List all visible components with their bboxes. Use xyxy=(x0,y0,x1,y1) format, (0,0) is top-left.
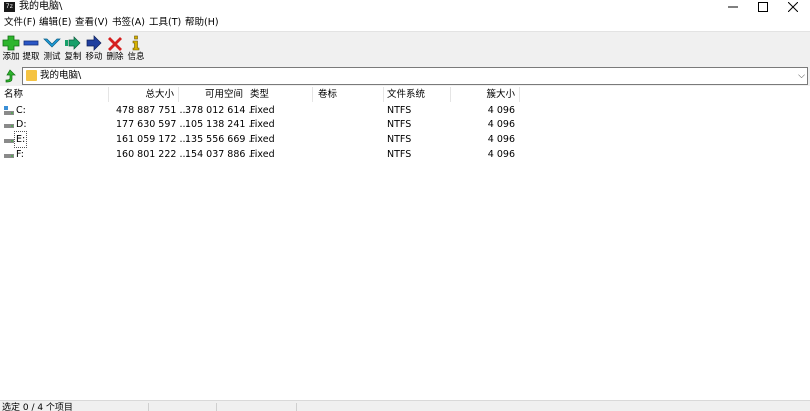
menu-file[interactable]: 文件(F) xyxy=(4,15,36,31)
column-divider[interactable] xyxy=(383,87,384,102)
menu-bookmarks[interactable]: 书签(A) xyxy=(112,15,145,31)
menu-tools[interactable]: 工具(T) xyxy=(149,15,181,31)
folder-icon xyxy=(26,70,37,81)
up-folder-button[interactable] xyxy=(2,68,18,84)
drive-free: 378 012 614 ... xyxy=(185,105,258,116)
window-title: 我的电脑\ xyxy=(19,1,63,12)
drive-total: 160 801 222 ... xyxy=(116,149,189,160)
drive-icon xyxy=(4,154,14,158)
close-button[interactable] xyxy=(778,0,808,14)
drive-cluster: 4 096 xyxy=(487,119,515,130)
chevron-down-icon[interactable]: ⌵ xyxy=(798,68,805,84)
drive-name: D: xyxy=(16,119,27,130)
drive-icon xyxy=(4,124,14,128)
drive-type: Fixed xyxy=(250,105,275,116)
table-row[interactable]: F: 160 801 222 ... 154 037 886 ... Fixed… xyxy=(0,147,810,162)
file-list[interactable]: 名称 总大小 可用空间 类型 卷标 文件系统 簇大小 C: 478 887 75… xyxy=(0,87,810,400)
address-path: 我的电脑\ xyxy=(40,70,82,81)
drive-type: Fixed xyxy=(250,149,275,160)
status-bar: 选定 0 / 4 个项目 xyxy=(0,400,810,411)
app-logo-icon: 7z xyxy=(4,2,15,12)
system-drive-icon xyxy=(4,106,14,115)
add-icon xyxy=(2,35,20,51)
up-arrow-icon xyxy=(5,69,16,83)
info-button[interactable]: 信息 xyxy=(125,32,147,66)
column-divider[interactable] xyxy=(450,87,451,102)
menu-bar: 文件(F) 编辑(E) 查看(V) 书签(A) 工具(T) 帮助(H) xyxy=(0,15,810,31)
copy-icon xyxy=(65,36,81,50)
drive-filesystem: NTFS xyxy=(387,105,412,116)
drive-free: 105 138 241 ... xyxy=(185,119,258,130)
drive-name: E: xyxy=(13,131,28,148)
close-icon xyxy=(787,1,799,13)
column-divider[interactable] xyxy=(108,87,109,102)
drive-total: 478 887 751 ... xyxy=(116,105,189,116)
address-bar: 我的电脑\ ⌵ xyxy=(0,66,810,86)
maximize-icon xyxy=(758,2,768,12)
delete-icon xyxy=(108,37,122,51)
column-header-free[interactable]: 可用空间 xyxy=(180,87,243,102)
drive-total: 177 630 597 ... xyxy=(116,119,189,130)
info-icon xyxy=(132,35,140,51)
column-divider[interactable] xyxy=(312,87,313,102)
drive-free: 154 037 886 ... xyxy=(185,149,258,160)
address-input[interactable]: 我的电脑\ ⌵ xyxy=(22,67,808,85)
column-header-type[interactable]: 类型 xyxy=(250,87,269,102)
column-header-label[interactable]: 卷标 xyxy=(318,87,337,102)
menu-help[interactable]: 帮助(H) xyxy=(185,15,219,31)
test-icon xyxy=(43,38,61,48)
minimize-icon xyxy=(728,6,738,8)
extract-icon xyxy=(23,40,39,46)
drive-type: Fixed xyxy=(250,134,275,145)
drive-cluster: 4 096 xyxy=(487,149,515,160)
drive-filesystem: NTFS xyxy=(387,134,412,145)
drive-name: C: xyxy=(16,105,26,116)
column-header-filesystem[interactable]: 文件系统 xyxy=(387,87,425,102)
drive-filesystem: NTFS xyxy=(387,119,412,130)
column-divider[interactable] xyxy=(519,87,520,102)
info-label: 信息 xyxy=(127,52,145,62)
drive-name: F: xyxy=(16,149,24,160)
minimize-button[interactable] xyxy=(718,0,748,14)
column-header-cluster[interactable]: 簇大小 xyxy=(452,87,515,102)
drive-cluster: 4 096 xyxy=(487,134,515,145)
column-divider[interactable] xyxy=(178,87,179,102)
title-bar: 7z 我的电脑\ xyxy=(0,0,810,14)
drive-icon xyxy=(4,139,14,143)
maximize-button[interactable] xyxy=(748,0,778,14)
column-header-total[interactable]: 总大小 xyxy=(110,87,174,102)
menu-view[interactable]: 查看(V) xyxy=(75,15,108,31)
table-row[interactable]: D: 177 630 597 ... 105 138 241 ... Fixed… xyxy=(0,117,810,132)
table-row[interactable]: C: 478 887 751 ... 378 012 614 ... Fixed… xyxy=(0,103,810,118)
move-icon xyxy=(86,35,102,51)
column-header-name[interactable]: 名称 xyxy=(4,87,23,102)
drive-total: 161 059 172 ... xyxy=(116,134,189,145)
toolbar: 添加 提取 测试 复制 移动 删除 信息 xyxy=(0,31,810,66)
drive-cluster: 4 096 xyxy=(487,105,515,116)
table-row[interactable]: E: 161 059 172 ... 135 556 669 ... Fixed… xyxy=(0,131,810,148)
menu-edit[interactable]: 编辑(E) xyxy=(39,15,71,31)
drive-type: Fixed xyxy=(250,119,275,130)
drive-free: 135 556 669 ... xyxy=(185,134,258,145)
drive-filesystem: NTFS xyxy=(387,149,412,160)
